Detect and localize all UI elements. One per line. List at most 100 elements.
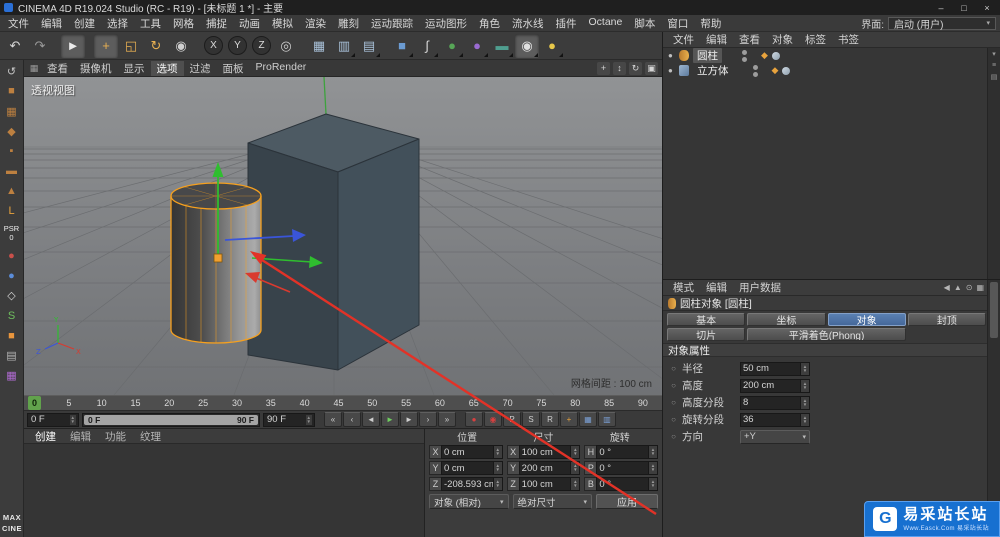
material-menu-item[interactable]: 编辑	[63, 429, 98, 444]
field-value[interactable]: 36	[740, 413, 801, 427]
lock-y-axis-icon[interactable]: Y	[228, 36, 247, 55]
timeline-tick[interactable]: 30	[232, 396, 242, 410]
timeline-mode-button[interactable]: ▦	[579, 412, 597, 427]
range-bar[interactable]: 0 F 90 F	[84, 415, 258, 425]
light-icon[interactable]: ●	[540, 34, 564, 58]
tag-icon[interactable]: ◆	[761, 50, 768, 61]
timeline-ruler[interactable]: 051015202530354045505560657075808590	[24, 395, 662, 411]
object-manager-menu-item[interactable]: 编辑	[700, 32, 733, 47]
object-name[interactable]: 圆柱	[693, 48, 722, 63]
menu-item[interactable]: 捕捉	[200, 16, 233, 31]
maximize-button[interactable]: □	[953, 1, 975, 14]
rotation-b-field[interactable]: B0 °▲▼	[584, 477, 658, 491]
timeline-tick[interactable]: 70	[503, 396, 513, 410]
snap-icon[interactable]: ●	[2, 267, 22, 285]
model-mode-icon[interactable]: ■	[2, 82, 22, 100]
size-z-field[interactable]: Z100 cm▲▼	[507, 477, 581, 491]
timeline-tick[interactable]: 75	[536, 396, 546, 410]
viewport-menu-icon[interactable]: ▦	[27, 63, 41, 74]
size-x-field[interactable]: X100 cm▲▼	[507, 445, 581, 459]
menu-item[interactable]: 脚本	[628, 16, 661, 31]
next-key-button[interactable]: ›	[419, 412, 437, 427]
field-value[interactable]: 0 cm	[441, 461, 494, 475]
rotation-p-field[interactable]: P0 °▲▼	[584, 461, 658, 475]
orbit-view-icon[interactable]: ↻	[629, 62, 642, 75]
object-row-cylinder[interactable]: ● 圆柱 ◆	[663, 48, 987, 63]
object-row-cube[interactable]: ● 立方体 ◆	[663, 63, 987, 78]
environment-icon[interactable]: ▬	[490, 34, 514, 58]
edges-mode-icon[interactable]: ▬	[2, 162, 22, 180]
viewport-scene[interactable]: Y X Z	[24, 77, 662, 395]
attribute-tab[interactable]: 对象	[828, 313, 906, 326]
next-frame-button[interactable]: ►	[400, 412, 418, 427]
rotation-segments-input[interactable]: 36▲▼	[740, 413, 810, 427]
lock-x-axis-icon[interactable]: X	[204, 36, 223, 55]
attribute-menu-item[interactable]: 模式	[667, 280, 700, 295]
field-value[interactable]: 0 °	[596, 477, 649, 491]
render-view-icon[interactable]: ▦	[307, 34, 331, 58]
object-manager-menu-item[interactable]: 对象	[766, 32, 799, 47]
stepper-arrows[interactable]: ▲▼	[801, 379, 810, 393]
attribute-tab[interactable]: 封顶	[908, 313, 986, 326]
viewport-menu-item[interactable]: 过滤	[184, 61, 217, 76]
axis-mode-icon[interactable]: L	[2, 202, 22, 220]
attribute-tab[interactable]: 基本	[667, 313, 745, 326]
menu-item[interactable]: 文件	[2, 16, 35, 31]
object-manager-menu-item[interactable]: 查看	[733, 32, 766, 47]
polygons-mode-icon[interactable]: ▲	[2, 182, 22, 200]
menu-item[interactable]: 流水线	[506, 16, 550, 31]
timeline-tick[interactable]: 55	[401, 396, 411, 410]
timeline-tick[interactable]: 50	[367, 396, 377, 410]
am-back-icon[interactable]: ◀	[944, 283, 950, 292]
object-name[interactable]: 立方体	[693, 63, 733, 78]
interface-dropdown[interactable]: 启动 (用户) ▾	[888, 17, 996, 30]
position-y-field[interactable]: Y0 cm▲▼	[429, 461, 503, 475]
keyframe-selection-button[interactable]: +	[560, 412, 578, 427]
last-tool-icon[interactable]: ◉	[169, 34, 193, 58]
size-y-field[interactable]: Y200 cm▲▼	[507, 461, 581, 475]
material-menu-item[interactable]: 纹理	[133, 429, 168, 444]
stepper-arrows[interactable]: ▲▼	[649, 445, 658, 459]
menu-item[interactable]: 网格	[167, 16, 200, 31]
stepper-arrows[interactable]: ▲▼	[571, 477, 580, 491]
prev-key-button[interactable]: ‹	[343, 412, 361, 427]
script-icon[interactable]: S	[2, 307, 22, 325]
timeline-tick[interactable]: 5	[65, 396, 73, 410]
field-value[interactable]: -208.593 cm	[441, 477, 494, 491]
expand-dot[interactable]: ●	[668, 51, 675, 60]
visibility-dots[interactable]	[753, 65, 758, 77]
anim-dot[interactable]: ○	[669, 415, 678, 424]
om-filter-icon[interactable]: ▾	[992, 50, 996, 58]
undo-icon[interactable]: ↶	[3, 34, 27, 58]
render-settings-icon[interactable]: ▤	[357, 34, 381, 58]
stepper-arrows[interactable]: ▲▼	[801, 362, 810, 376]
timeline-tick[interactable]: 80	[570, 396, 580, 410]
radius-input[interactable]: 50 cm▲▼	[740, 362, 810, 376]
viewport[interactable]: Y X Z 透视视图 网格间距 : 100 cm	[24, 77, 662, 395]
menu-item[interactable]: 插件	[550, 16, 583, 31]
timeline-tick[interactable]: 40	[300, 396, 310, 410]
timeline-tick[interactable]: 25	[198, 396, 208, 410]
visibility-dots[interactable]	[742, 50, 747, 62]
viewport-menu-item[interactable]: 选项	[151, 61, 184, 76]
menu-item[interactable]: 工具	[134, 16, 167, 31]
cube-object[interactable]	[248, 114, 419, 370]
phong-tag-icon[interactable]	[782, 67, 790, 75]
om-search-icon[interactable]: ≡	[992, 62, 996, 69]
timeline-tick[interactable]: 45	[333, 396, 343, 410]
live-selection-icon[interactable]: ►	[61, 34, 85, 58]
menu-item[interactable]: 渲染	[299, 16, 332, 31]
timeline-range-slider[interactable]: 0 F 90 F	[82, 413, 260, 427]
keyframe-color-icon[interactable]: ●	[2, 247, 22, 265]
tag-icon[interactable]: ◆	[772, 65, 779, 76]
coord-mode-dropdown[interactable]: 对象 (相对)▾	[429, 494, 509, 509]
stepper-arrows[interactable]: ▲▼	[571, 461, 580, 475]
menu-item[interactable]: 编辑	[35, 16, 68, 31]
stepper-arrows[interactable]: ▲▼	[494, 445, 503, 459]
go-start-button[interactable]: «	[324, 412, 342, 427]
height-input[interactable]: 200 cm▲▼	[740, 379, 810, 393]
viewport-menu-item[interactable]: 显示	[118, 61, 151, 76]
record-position-button[interactable]: P	[503, 412, 521, 427]
position-z-field[interactable]: Z-208.593 cm▲▼	[429, 477, 503, 491]
attribute-scrollbar[interactable]	[987, 280, 1000, 537]
